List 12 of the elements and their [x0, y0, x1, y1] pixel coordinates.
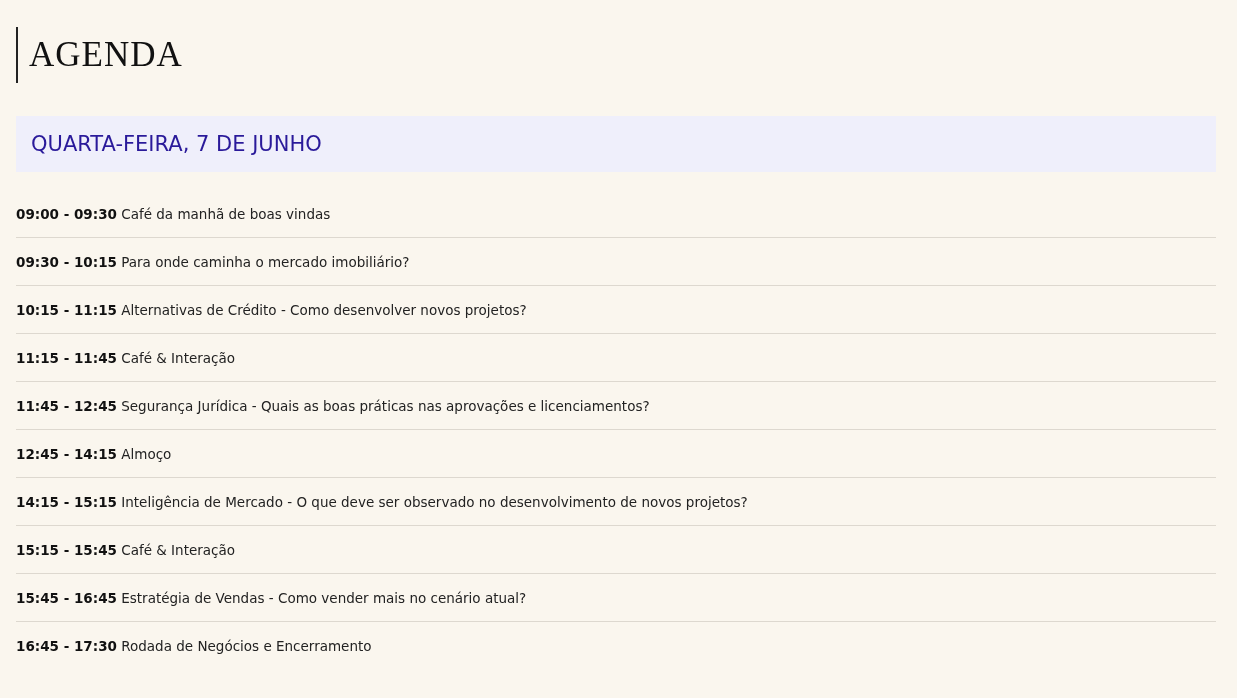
session-item: 15:15 - 15:45 Café & Interação [16, 541, 236, 558]
session-item: 10:15 - 11:15 Alternativas de Crédito - Como desenvolver novos projetos? [16, 301, 527, 318]
session-item: 11:45 - 12:45 Segurança Jurídica - Quais as boas práticas nas aprovações e licenciamentos? [16, 397, 650, 414]
session-item: 15:45 - 16:45 Estratégia de Vendas - Como vender mais no cenário atual? [16, 589, 527, 606]
day-header: QUARTA-FEIRA, 7 DE JUNHO [16, 116, 1216, 172]
session-item: 14:15 - 15:15 Inteligência de Mercado - O que deve ser observado no desenvolvimento de novos projetos? [16, 493, 748, 510]
session-item: 16:45 - 17:30 Rodada de Negócios e Encerramento [16, 637, 372, 654]
session-item: 12:45 - 14:15 Almoço [16, 445, 172, 462]
page-title: AGENDA [16, 27, 1216, 83]
session-item: 09:30 - 10:15 Para onde caminha o mercado imobiliário? [16, 253, 410, 270]
session-item: 11:15 - 11:45 Café & Interação [16, 349, 236, 366]
session-item: 09:00 - 09:30 Café da manhã de boas vindas [16, 205, 331, 222]
